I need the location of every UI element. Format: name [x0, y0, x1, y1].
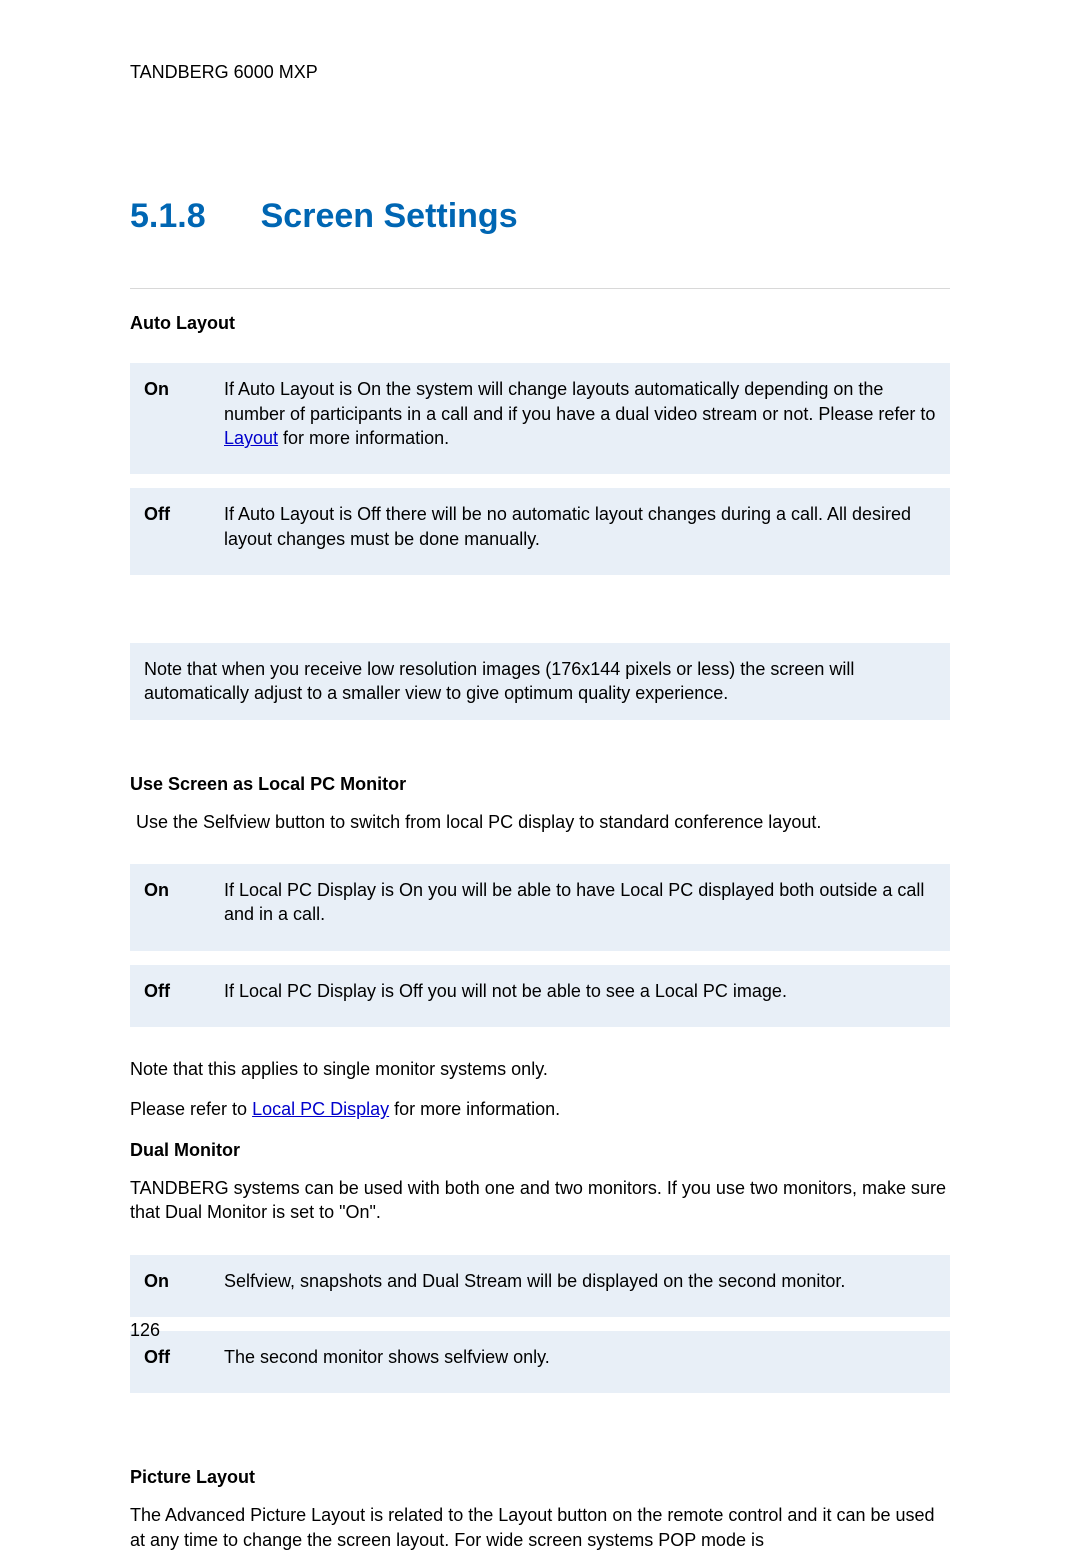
option-label: Off — [130, 488, 210, 575]
divider — [130, 288, 950, 289]
option-desc: The second monitor shows selfview only. — [210, 1331, 950, 1393]
table-row: Off The second monitor shows selfview on… — [130, 1331, 950, 1393]
local-pc-table: On If Local PC Display is On you will be… — [130, 850, 950, 1041]
picture-layout-intro: The Advanced Picture Layout is related t… — [130, 1503, 950, 1552]
header-product: TANDBERG 6000 MXP — [130, 60, 950, 84]
heading-dual-monitor: Dual Monitor — [130, 1138, 950, 1162]
dual-monitor-intro: TANDBERG systems can be used with both o… — [130, 1176, 950, 1225]
link-local-pc-display[interactable]: Local PC Display — [252, 1099, 389, 1119]
table-row: On If Auto Layout is On the system will … — [130, 363, 950, 474]
table-row: On If Local PC Display is On you will be… — [130, 864, 950, 951]
page-number: 126 — [130, 1318, 160, 1342]
option-desc: Selfview, snapshots and Dual Stream will… — [210, 1255, 950, 1317]
text: for more information. — [278, 428, 449, 448]
option-desc: If Local PC Display is On you will be ab… — [210, 864, 950, 951]
text: for more information. — [389, 1099, 560, 1119]
text: If Auto Layout is On the system will cha… — [224, 379, 935, 423]
table-row: Off If Auto Layout is Off there will be … — [130, 488, 950, 575]
local-pc-note: Note that this applies to single monitor… — [130, 1057, 950, 1081]
table-row: On Selfview, snapshots and Dual Stream w… — [130, 1255, 950, 1317]
local-pc-refer: Please refer to Local PC Display for mor… — [130, 1097, 950, 1121]
option-desc: If Auto Layout is On the system will cha… — [210, 363, 950, 474]
option-label: On — [130, 363, 210, 474]
link-layout[interactable]: Layout — [224, 428, 278, 448]
note-auto-layout: Note that when you receive low resolutio… — [130, 643, 950, 720]
option-desc: If Local PC Display is Off you will not … — [210, 965, 950, 1027]
heading-local-pc: Use Screen as Local PC Monitor — [130, 772, 950, 796]
heading-auto-layout: Auto Layout — [130, 311, 950, 335]
text: Please refer to — [130, 1099, 252, 1119]
table-row: Off If Local PC Display is Off you will … — [130, 965, 950, 1027]
option-label: On — [130, 864, 210, 951]
auto-layout-table: On If Auto Layout is On the system will … — [130, 349, 950, 588]
section-number: 5.1.8 — [130, 194, 206, 240]
heading-picture-layout: Picture Layout — [130, 1465, 950, 1489]
section-title: 5.1.8 Screen Settings — [130, 194, 950, 240]
option-label: Off — [130, 965, 210, 1027]
option-desc: If Auto Layout is Off there will be no a… — [210, 488, 950, 575]
local-pc-intro: Use the Selfview button to switch from l… — [130, 810, 950, 834]
section-name: Screen Settings — [261, 197, 518, 235]
option-label: On — [130, 1255, 210, 1317]
dual-monitor-table: On Selfview, snapshots and Dual Stream w… — [130, 1241, 950, 1408]
